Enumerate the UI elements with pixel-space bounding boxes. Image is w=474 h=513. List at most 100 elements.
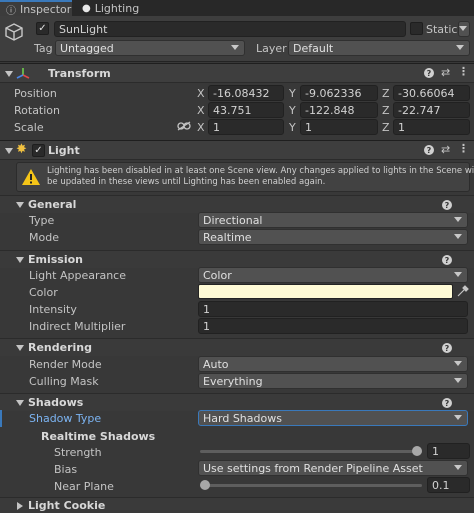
strength-slider-track[interactable]: [200, 450, 422, 453]
culling-mask-label: Culling Mask: [29, 375, 99, 388]
position-x-label[interactable]: X: [197, 87, 205, 100]
constrain-proportions-icon[interactable]: [177, 121, 191, 131]
rotation-label: Rotation: [14, 104, 61, 117]
shadow-type-label: Shadow Type: [29, 412, 102, 425]
culling-mask-value: Everything: [203, 374, 263, 388]
type-dropdown[interactable]: Directional: [198, 212, 468, 228]
shadow-type-value: Hard Shadows: [203, 411, 282, 425]
rendering-title: Rendering: [28, 341, 92, 354]
modified-indicator: [0, 410, 2, 427]
near-plane-slider-thumb[interactable]: [200, 480, 210, 490]
warning-text-line1: Lighting has been disabled in at least o…: [47, 166, 474, 176]
light-enabled-checkbox[interactable]: ✓: [32, 144, 45, 157]
shadow-type-dropdown[interactable]: Hard Shadows: [198, 410, 468, 426]
static-dropdown[interactable]: [458, 21, 470, 37]
rendering-section-header[interactable]: Rendering ?: [0, 338, 474, 356]
position-y-label[interactable]: Y: [289, 87, 296, 100]
scale-x-label[interactable]: X: [197, 121, 205, 134]
foldout-arrow-icon[interactable]: [16, 257, 24, 263]
lightbulb-icon: ●: [82, 2, 91, 14]
tab-lighting[interactable]: ● Lighting: [78, 0, 148, 16]
near-plane-slider-track[interactable]: [200, 484, 422, 487]
intensity-field[interactable]: 1: [198, 301, 468, 317]
help-icon[interactable]: ?: [442, 398, 452, 408]
general-title: General: [28, 198, 77, 211]
position-z-label[interactable]: Z: [382, 87, 390, 100]
layer-dropdown[interactable]: Default: [288, 40, 470, 56]
shadows-section-header[interactable]: Shadows ?: [0, 393, 474, 411]
scale-y-label[interactable]: Y: [289, 121, 296, 134]
mode-value: Realtime: [203, 230, 252, 244]
render-mode-value: Auto: [203, 357, 229, 371]
preset-icon[interactable]: ⇄: [441, 143, 450, 156]
type-value: Directional: [203, 213, 263, 227]
tab-bar: ⓘ Inspector ● Lighting: [0, 0, 474, 17]
render-mode-dropdown[interactable]: Auto: [198, 356, 468, 372]
emission-section-header[interactable]: Emission ?: [0, 250, 474, 268]
layer-label: Layer: [256, 42, 287, 55]
tab-inspector[interactable]: ⓘ Inspector: [0, 0, 72, 17]
foldout-arrow-icon[interactable]: [17, 502, 23, 510]
scale-y-field[interactable]: 1: [300, 119, 378, 135]
layer-value: Default: [293, 41, 334, 55]
static-checkbox[interactable]: [410, 22, 423, 35]
position-label: Position: [14, 87, 57, 100]
emission-title: Emission: [28, 253, 83, 266]
tab-lighting-label: Lighting: [94, 1, 140, 15]
scale-z-field[interactable]: 1: [393, 119, 470, 135]
bias-dropdown[interactable]: Use settings from Render Pipeline Asset: [198, 460, 468, 476]
gameobject-cube-icon: [5, 23, 23, 41]
context-menu-icon[interactable]: ⋮: [458, 65, 469, 78]
strength-label: Strength: [54, 446, 102, 459]
near-plane-field[interactable]: 0.1: [427, 477, 470, 493]
strength-field[interactable]: 1: [427, 443, 470, 459]
scale-x-field[interactable]: 1: [208, 119, 284, 135]
rotation-z-label[interactable]: Z: [382, 104, 390, 117]
indirect-multiplier-field[interactable]: 1: [198, 318, 468, 334]
foldout-arrow-icon[interactable]: [5, 148, 13, 154]
position-x-field[interactable]: -16.08432: [208, 85, 284, 101]
transform-header[interactable]: Transform ? ⇄ ⋮: [0, 63, 474, 83]
general-section-header[interactable]: General ?: [0, 195, 474, 213]
light-appearance-label: Light Appearance: [29, 269, 126, 282]
foldout-arrow-icon[interactable]: [16, 345, 24, 351]
culling-mask-dropdown[interactable]: Everything: [198, 373, 468, 389]
foldout-arrow-icon[interactable]: [16, 202, 24, 208]
rotation-z-field[interactable]: -22.747: [393, 102, 470, 118]
foldout-arrow-icon[interactable]: [5, 71, 13, 77]
color-swatch[interactable]: [198, 284, 453, 299]
rotation-x-field[interactable]: 43.751: [208, 102, 284, 118]
foldout-arrow-icon[interactable]: [16, 400, 24, 406]
render-mode-label: Render Mode: [29, 358, 102, 371]
position-y-field[interactable]: -9.062336: [300, 85, 378, 101]
rotation-y-field[interactable]: -122.848: [300, 102, 378, 118]
light-appearance-dropdown[interactable]: Color: [198, 267, 468, 283]
light-cookie-section-header[interactable]: Light Cookie: [0, 497, 474, 513]
preset-icon[interactable]: ⇄: [441, 66, 450, 79]
eyedropper-icon[interactable]: [456, 284, 469, 298]
active-checkbox[interactable]: ✓: [36, 22, 49, 35]
warning-text-line2: be updated in these views until Lighting…: [47, 177, 326, 187]
strength-slider-thumb[interactable]: [412, 446, 422, 456]
realtime-shadows-title: Realtime Shadows: [41, 430, 156, 443]
rotation-x-label[interactable]: X: [197, 104, 205, 117]
gameobject-name-field[interactable]: SunLight: [54, 21, 406, 37]
mode-dropdown[interactable]: Realtime: [198, 229, 468, 245]
light-header[interactable]: ✸ ✓ Light ? ⇄ ⋮: [0, 140, 474, 160]
help-icon[interactable]: ?: [442, 200, 452, 210]
help-icon[interactable]: ?: [442, 255, 452, 265]
help-icon[interactable]: ?: [424, 145, 434, 155]
help-icon[interactable]: ?: [424, 68, 434, 78]
transform-axis-icon: [16, 68, 30, 79]
intensity-label: Intensity: [29, 303, 77, 316]
static-label: Static: [426, 23, 458, 36]
position-z-field[interactable]: -30.66064: [393, 85, 470, 101]
rotation-y-label[interactable]: Y: [289, 104, 296, 117]
scale-z-label[interactable]: Z: [382, 121, 390, 134]
light-appearance-value: Color: [203, 268, 232, 282]
context-menu-icon[interactable]: ⋮: [458, 142, 469, 155]
mode-label: Mode: [29, 231, 59, 244]
tag-dropdown[interactable]: Untagged: [55, 40, 245, 56]
help-icon[interactable]: ?: [442, 343, 452, 353]
light-title: Light: [48, 144, 80, 157]
